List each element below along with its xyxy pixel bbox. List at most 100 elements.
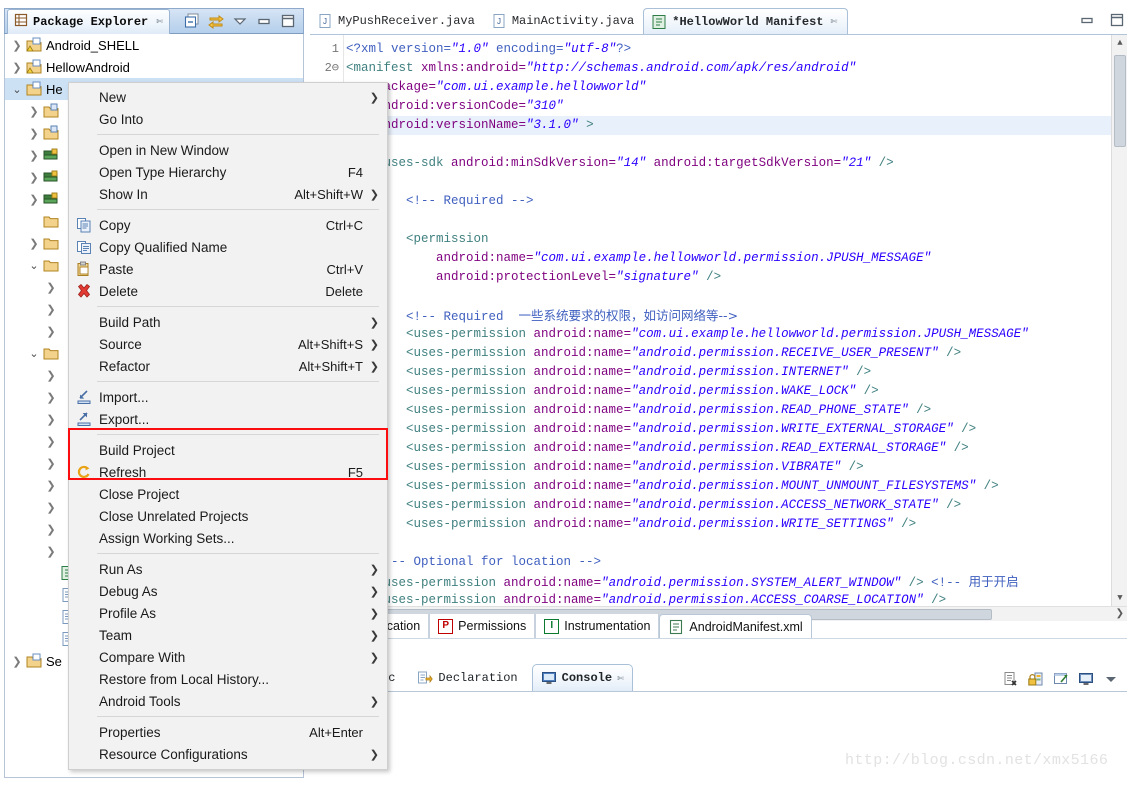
chevron-right-icon[interactable]: ❯ xyxy=(9,655,25,668)
menu-item[interactable]: Paste Ctrl+V xyxy=(69,258,387,280)
menu-item[interactable]: Close Project xyxy=(69,483,387,505)
link-with-editor-icon[interactable] xyxy=(208,13,224,29)
menu-item[interactable]: Compare With ❯ xyxy=(69,646,387,668)
collapse-all-icon[interactable] xyxy=(184,13,200,29)
code-token: 一些系统要求的权限，如访问网络等--> xyxy=(518,308,739,323)
menu-item[interactable]: Open in New Window xyxy=(69,139,387,161)
lock-scroll-icon[interactable] xyxy=(1028,671,1044,687)
menu-item[interactable]: Source Alt+Shift+S ❯ xyxy=(69,333,387,355)
chevron-right-icon[interactable]: ❯ xyxy=(43,391,59,404)
refresh-icon xyxy=(69,464,99,480)
chevron-right-icon[interactable]: ❯ xyxy=(26,149,42,162)
menu-item[interactable]: Android Tools ❯ xyxy=(69,690,387,712)
import-icon xyxy=(69,389,99,405)
menu-item-label: Restore from Local History... xyxy=(99,671,270,687)
menu-item[interactable]: Build Path ❯ xyxy=(69,311,387,333)
clear-console-icon[interactable] xyxy=(1003,671,1019,687)
menu-item[interactable]: Assign Working Sets... xyxy=(69,527,387,549)
code-content[interactable]: <?xml version="1.0" encoding="utf-8"?> <m… xyxy=(346,40,1111,606)
menu-item[interactable]: Refactor Alt+Shift+T ❯ xyxy=(69,355,387,377)
code-token: android:name= xyxy=(526,422,632,436)
display-selected-console-icon[interactable] xyxy=(1078,671,1094,687)
tree-item[interactable]: ❯ Android_SHELL xyxy=(5,34,303,56)
chevron-right-icon[interactable]: ❯ xyxy=(9,61,25,74)
bottom-view-tab[interactable]: Declaration xyxy=(409,664,525,691)
chevron-right-icon[interactable]: ❯ xyxy=(43,325,59,338)
maximize-icon[interactable] xyxy=(1109,12,1125,33)
view-menu-icon[interactable] xyxy=(232,13,248,29)
close-icon[interactable]: ✄ xyxy=(830,14,837,29)
menu-item[interactable]: Run As ❯ xyxy=(69,558,387,580)
scroll-down-icon[interactable]: ▼ xyxy=(1112,590,1127,606)
chevron-right-icon[interactable]: ❯ xyxy=(43,435,59,448)
menu-item[interactable]: Show In Alt+Shift+W ❯ xyxy=(69,183,387,205)
close-icon[interactable]: ✄ xyxy=(617,671,624,686)
chevron-right-icon[interactable]: ❯ xyxy=(43,479,59,492)
open-console-icon[interactable] xyxy=(1053,671,1069,687)
menu-item[interactable]: Close Unrelated Projects xyxy=(69,505,387,527)
menu-item[interactable]: Restore from Local History... xyxy=(69,668,387,690)
menu-item[interactable]: Team ❯ xyxy=(69,624,387,646)
chevron-right-icon[interactable]: ❯ xyxy=(26,171,42,184)
menu-separator xyxy=(97,434,379,435)
chevron-right-icon[interactable]: ❯ xyxy=(26,127,42,140)
menu-item[interactable]: Profile As ❯ xyxy=(69,602,387,624)
code-token: /> xyxy=(893,517,917,531)
menu-item[interactable]: Properties Alt+Enter xyxy=(69,721,387,743)
chevron-right-icon[interactable]: ❯ xyxy=(43,413,59,426)
console-menu-icon[interactable] xyxy=(1103,671,1119,687)
tree-item[interactable]: ❯ HellowAndroid xyxy=(5,56,303,78)
menu-item[interactable]: Debug As ❯ xyxy=(69,580,387,602)
close-icon[interactable]: ✄ xyxy=(156,14,163,29)
bottom-view-tab[interactable]: Console ✄ xyxy=(531,664,634,691)
chevron-down-icon[interactable]: ⌄ xyxy=(9,83,25,96)
chevron-right-icon[interactable]: ❯ xyxy=(43,501,59,514)
menu-item-label: Debug As xyxy=(99,583,158,599)
chevron-down-icon[interactable]: ⌄ xyxy=(26,347,42,360)
minimize-icon[interactable] xyxy=(256,13,272,29)
editor-vertical-scrollbar[interactable]: ▲ ▼ xyxy=(1111,35,1127,606)
manifest-tab[interactable]: P Permissions xyxy=(429,614,536,638)
menu-item[interactable]: Resource Configurations ❯ xyxy=(69,743,387,765)
maximize-icon[interactable] xyxy=(280,13,296,29)
menu-item[interactable]: Copy Qualified Name xyxy=(69,236,387,258)
menu-item[interactable]: Refresh F5 xyxy=(69,461,387,483)
chevron-right-icon[interactable]: ❯ xyxy=(26,105,42,118)
menu-item[interactable]: Build Project xyxy=(69,439,387,461)
menu-item[interactable]: Export... xyxy=(69,408,387,430)
menu-item[interactable]: Import... xyxy=(69,386,387,408)
editor-tab[interactable]: J MainActivity.java xyxy=(484,8,643,34)
menu-item[interactable]: Go Into xyxy=(69,108,387,130)
chevron-right-icon[interactable]: ❯ xyxy=(26,237,42,250)
code-token: "android.permission.INTERNET" xyxy=(631,365,849,379)
tab-package-explorer[interactable]: Package Explorer ✄ xyxy=(7,8,171,34)
editor-tab[interactable]: *HellowWorld Manifest ✄ xyxy=(643,8,848,34)
manifest-tab[interactable]: AndroidManifest.xml xyxy=(659,614,812,638)
chevron-right-icon[interactable]: ❯ xyxy=(43,303,59,316)
menu-item-label: Run As xyxy=(99,561,143,577)
menu-item[interactable]: New ❯ xyxy=(69,86,387,108)
chevron-right-icon[interactable]: ❯ xyxy=(43,545,59,558)
minimize-icon[interactable] xyxy=(1079,12,1095,33)
menu-item[interactable]: Copy Ctrl+C xyxy=(69,214,387,236)
chevron-right-icon[interactable]: ❯ xyxy=(43,281,59,294)
chevron-right-icon[interactable]: ❯ xyxy=(43,369,59,382)
chevron-right-icon[interactable]: ❯ xyxy=(43,457,59,470)
chevron-right-icon[interactable]: ❯ xyxy=(9,39,25,52)
code-line: <uses-permission android:name="android.p… xyxy=(346,363,1111,382)
menu-item[interactable]: Open Type Hierarchy F4 xyxy=(69,161,387,183)
manifest-tab[interactable]: I Instrumentation xyxy=(535,614,660,638)
scrollbar-thumb[interactable] xyxy=(1114,55,1126,147)
chevron-right-icon[interactable]: ❯ xyxy=(26,193,42,206)
package-explorer-toolbar xyxy=(184,13,303,29)
chevron-down-icon[interactable]: ⌄ xyxy=(26,259,42,272)
chevron-right-icon[interactable]: ❯ xyxy=(43,523,59,536)
project-context-menu[interactable]: New ❯ Go Into Open in New Window Open Type H… xyxy=(68,82,388,770)
menu-item[interactable]: Delete Delete xyxy=(69,280,387,302)
scroll-up-icon[interactable]: ▲ xyxy=(1112,35,1127,51)
editor-tab[interactable]: J MyPushReceiver.java xyxy=(310,8,484,34)
xml-source-editor[interactable]: 12⊖3 <?xml version="1.0" encoding="utf-8… xyxy=(310,35,1127,606)
folder-icon xyxy=(42,257,60,273)
